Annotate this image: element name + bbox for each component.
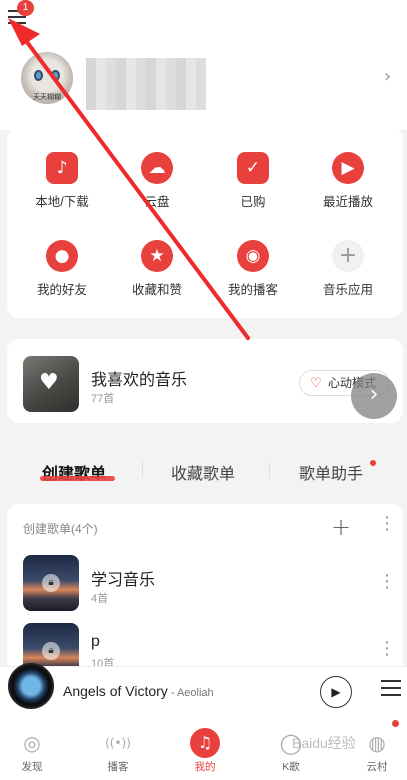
play-circle-icon: ▶: [332, 152, 364, 184]
queue-line: [381, 694, 401, 696]
tab-divider: [269, 462, 270, 478]
queue-line: [381, 680, 401, 682]
nav-label: 我的: [194, 761, 216, 773]
podcast-icon: ((•)): [105, 736, 131, 750]
playlist-cover[interactable]: 🔒︎: [23, 555, 79, 611]
grid-item-music-apps[interactable]: + 音乐应用: [303, 240, 393, 310]
shopping-bag-icon: ✓: [237, 152, 269, 184]
grid-item-label: 已购: [240, 195, 266, 209]
now-playing-artist: Aeoliah: [176, 687, 214, 699]
avatar-image: 天天糊糊: [21, 52, 73, 104]
broadcast-icon: ◉: [237, 240, 269, 272]
playlists-header: 创建歌单(4个): [23, 522, 98, 536]
play-button[interactable]: ▶: [320, 676, 352, 708]
lock-icon: 🔒︎: [42, 574, 60, 592]
grid-item-podcasts[interactable]: ◉ 我的播客: [208, 240, 298, 310]
now-playing-separator: -: [167, 687, 177, 699]
now-playing-title: Angels of Victory: [63, 683, 168, 699]
plus-icon: +: [332, 240, 364, 272]
tab-playlist-assistant[interactable]: 歌单助手: [299, 460, 363, 484]
menu-icon-line: [8, 22, 26, 24]
friends-icon: ●: [46, 240, 78, 272]
now-playing-cover[interactable]: [8, 663, 54, 709]
grid-item-recent[interactable]: ▶ 最近播放: [303, 152, 393, 222]
active-tab-indicator: [40, 476, 115, 481]
grid-item-label: 云盘: [144, 195, 170, 209]
new-dot-badge: [370, 460, 376, 466]
playlist-name[interactable]: p: [91, 633, 100, 651]
grid-item-favorites[interactable]: ★ 收藏和赞: [112, 240, 202, 310]
nav-label: 云村: [366, 761, 388, 773]
more-vertical-icon[interactable]: ⋮: [378, 573, 396, 591]
grid-item-cloud[interactable]: ☁ 云盘: [112, 152, 202, 222]
music-note-icon: ♫: [190, 728, 220, 758]
playlist-name[interactable]: 学习音乐: [91, 566, 155, 590]
grid-item-label: 收藏和赞: [131, 283, 182, 297]
grid-item-local-download[interactable]: ♪ 本地/下载: [17, 152, 107, 222]
nav-item-discover[interactable]: ◎ 发现: [2, 728, 62, 774]
grid-item-friends[interactable]: ● 我的好友: [17, 240, 107, 310]
cloud-upload-icon: ☁: [141, 152, 173, 184]
playlist-count: 4首: [91, 593, 109, 605]
chevron-right-icon[interactable]: ›: [384, 66, 398, 87]
notification-badge: 1: [17, 0, 34, 16]
liked-music-title: 我喜欢的音乐: [91, 372, 188, 389]
liked-music-count: 77首: [91, 393, 115, 405]
grid-item-label: 本地/下载: [35, 195, 89, 209]
music-note-icon: ♪: [46, 152, 78, 184]
shortcut-grid-card: ♪ 本地/下载 ☁ 云盘 ✓ 已购 ▶ 最近播放 ● 我的好友 ★ 收藏和赞 ◉…: [7, 128, 403, 318]
username-blurred[interactable]: [86, 58, 206, 110]
nav-item-community[interactable]: ◍ 云村: [347, 728, 407, 774]
netease-logo-icon: ◎: [23, 731, 41, 755]
avatar-caption: 天天糊糊: [33, 94, 61, 101]
nav-label: 播客: [107, 761, 129, 773]
avatar-eye-left: [34, 70, 43, 81]
nav-label: K歌: [282, 761, 300, 773]
tab-divider: [142, 462, 143, 478]
avatar-eye-right: [51, 70, 60, 81]
playlist-queue-icon[interactable]: [381, 680, 401, 700]
heart-icon: ♥: [39, 370, 59, 395]
add-playlist-icon[interactable]: +: [331, 513, 351, 541]
new-dot-badge: [392, 720, 399, 727]
grid-item-label: 我的好友: [36, 283, 87, 297]
grid-item-label: 音乐应用: [322, 283, 373, 297]
more-vertical-icon[interactable]: ⋮: [378, 515, 396, 533]
queue-line: [381, 687, 401, 689]
nav-item-podcast[interactable]: ((•)) 播客: [88, 728, 148, 774]
heart-outline-icon: ♡: [310, 375, 322, 390]
grid-item-label: 最近播放: [322, 195, 373, 209]
now-playing-text[interactable]: Angels of Victory - Aeoliah: [63, 683, 214, 699]
grid-item-label: 我的播客: [227, 283, 278, 297]
menu-icon-line: [8, 16, 26, 18]
more-vertical-icon[interactable]: ⋮: [378, 640, 396, 658]
watermark: Baidu经验: [292, 735, 356, 751]
liked-music-cover[interactable]: ♥: [23, 356, 79, 412]
grid-item-purchased[interactable]: ✓ 已购: [208, 152, 298, 222]
community-icon: ◍: [368, 731, 386, 755]
avatar[interactable]: 天天糊糊: [21, 52, 73, 104]
lock-icon: 🔒︎: [42, 642, 60, 660]
nav-label: 发现: [21, 761, 43, 773]
star-icon: ★: [141, 240, 173, 272]
tab-collected-playlists[interactable]: 收藏歌单: [171, 460, 235, 484]
nav-item-mine[interactable]: ♫ 我的: [175, 728, 235, 774]
chevron-right-icon[interactable]: ›: [351, 373, 397, 419]
